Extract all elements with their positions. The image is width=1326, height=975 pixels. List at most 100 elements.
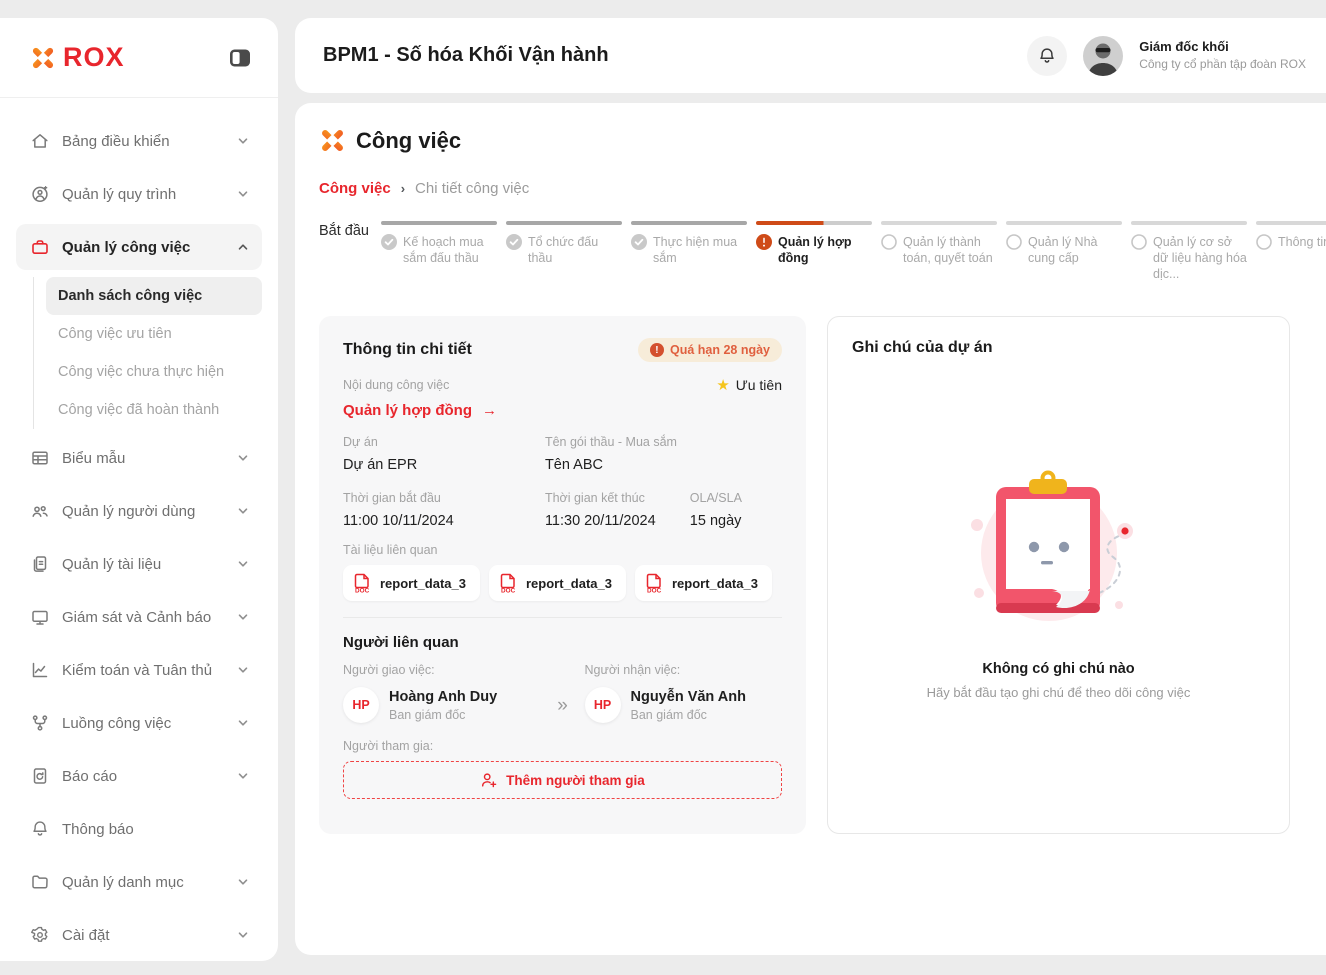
step-supplier-management[interactable]: Quản lý Nhà cung cấp [1006, 221, 1131, 266]
person-plus-icon [480, 771, 498, 789]
step-label: Thực hiện mua sắm [653, 234, 747, 267]
breadcrumb-current: Chi tiết công việc [415, 180, 529, 197]
sidebar-header: ROX [0, 18, 278, 98]
step-empty-icon [881, 234, 897, 250]
step-procurement-plan[interactable]: Kế hoạch mua sắm đấu thầu [381, 221, 506, 266]
assigner-name: Hoàng Anh Duy [389, 689, 497, 705]
bell-icon [30, 819, 50, 839]
sidebar-item-notifications[interactable]: Thông báo [16, 806, 262, 852]
sidebar-item-document-management[interactable]: Quản lý tài liệu [16, 541, 262, 587]
notification-bell-button[interactable] [1027, 36, 1067, 76]
sidebar-subitem-pending-tasks[interactable]: Công việc chưa thực hiện [46, 353, 262, 391]
step-progress-bar [881, 221, 997, 225]
package-label: Tên gói thầu - Mua sắm [545, 435, 782, 449]
notes-card-title: Ghi chú của dự án [852, 339, 1265, 357]
sidebar: ROX Bảng điều khiển Quản lý quy trình Qu… [0, 18, 278, 961]
chevron-down-icon [236, 610, 250, 624]
chevron-down-icon [236, 504, 250, 518]
document-chips: DOC report_data_3 DOC report_data_3 DOC … [343, 565, 782, 601]
sidebar-menu: Bảng điều khiển Quản lý quy trình Quản l… [0, 98, 278, 958]
step-progress-bar [756, 221, 872, 225]
document-chip[interactable]: DOC report_data_3 [343, 565, 480, 601]
sidebar-item-category-management[interactable]: Quản lý danh mục [16, 859, 262, 905]
step-bidding-organization[interactable]: Tổ chức đấu thầu [506, 221, 631, 266]
end-time-field: Thời gian kết thúc 11:30 20/11/2024 [545, 491, 690, 529]
sidebar-item-audit-compliance[interactable]: Kiểm toán và Tuân thủ [16, 647, 262, 693]
topbar-right: Giám đốc khối Công ty cổ phần tập đoàn R… [1027, 36, 1306, 76]
chevron-down-icon [236, 663, 250, 677]
chevron-down-icon [236, 716, 250, 730]
end-time-value: 11:30 20/11/2024 [545, 513, 690, 529]
step-label: Quản lý cơ sở dữ liệu hàng hóa dịc... [1153, 234, 1247, 283]
step-contract-management[interactable]: Quản lý hợp đồng [756, 221, 881, 266]
sidebar-item-monitoring-alerts[interactable]: Giám sát và Cảnh báo [16, 594, 262, 640]
step-goods-database[interactable]: Quản lý cơ sở dữ liệu hàng hóa dịc... [1131, 221, 1256, 282]
documents-label: Tài liệu liên quan [343, 543, 782, 557]
sidebar-collapse-icon[interactable] [228, 46, 252, 70]
process-stepper: Bắt đầu Kế hoạch mua sắm đấu thầu Tổ chứ… [319, 221, 1326, 282]
sidebar-item-settings[interactable]: Cài đặt [16, 912, 262, 958]
document-name: report_data_3 [526, 576, 612, 591]
sidebar-subitem-task-list[interactable]: Danh sách công việc [46, 277, 262, 315]
task-content-link[interactable]: Quản lý hợp đồng → [343, 402, 782, 419]
sidebar-subitem-priority-tasks[interactable]: Công việc ưu tiên [46, 315, 262, 353]
breadcrumb-separator: › [401, 181, 405, 196]
page-title: Công việc [356, 128, 461, 154]
chevron-up-icon [236, 240, 250, 254]
document-chip[interactable]: DOC report_data_3 [489, 565, 626, 601]
assignee-name: Nguyễn Văn Anh [631, 689, 746, 705]
main-panel: Công việc Công việc › Chi tiết công việc… [295, 103, 1326, 955]
user-company: Công ty cổ phần tập đoàn ROX [1139, 57, 1306, 72]
assigner-avatar: HP [343, 687, 379, 723]
chevron-down-icon [236, 134, 250, 148]
sidebar-item-label: Báo cáo [62, 768, 117, 785]
project-notes-card: Ghi chú của dự án [827, 316, 1290, 834]
sidebar-subitem-completed-tasks[interactable]: Công việc đã hoàn thành [46, 391, 262, 429]
step-check-icon [631, 234, 647, 250]
sidebar-item-label: Giám sát và Cảnh báo [62, 609, 211, 626]
step-payment-settlement[interactable]: Quản lý thành toán, quyết toán [881, 221, 1006, 266]
empty-notes-title: Không có ghi chú nào [982, 661, 1134, 677]
step-general-info[interactable]: Thông tin ch [1256, 221, 1326, 250]
sidebar-item-label: Quản lý quy trình [62, 186, 176, 203]
add-participant-button[interactable]: Thêm người tham gia [343, 761, 782, 799]
report-icon [30, 766, 50, 786]
gear-icon [30, 925, 50, 945]
step-empty-icon [1131, 234, 1147, 250]
sidebar-item-label: Biểu mẫu [62, 450, 125, 467]
assigner-person[interactable]: HP Hoàng Anh Duy Ban giám đốc [343, 687, 541, 723]
breadcrumb-root-link[interactable]: Công việc [319, 180, 391, 197]
document-chip[interactable]: DOC report_data_3 [635, 565, 772, 601]
sidebar-item-label: Quản lý công việc [62, 239, 190, 256]
svg-text:DOC: DOC [647, 588, 662, 593]
assignee-person[interactable]: HP Nguyễn Văn Anh Ban giám đốc [585, 687, 783, 723]
project-field: Dự án Dự án EPR [343, 435, 545, 473]
sidebar-item-task-management[interactable]: Quản lý công việc [16, 224, 262, 270]
user-avatar[interactable] [1083, 36, 1123, 76]
overdue-badge: ! Quá hạn 28 ngày [638, 338, 782, 362]
user-meta[interactable]: Giám đốc khối Công ty cổ phần tập đoàn R… [1139, 39, 1306, 72]
sidebar-item-workflow[interactable]: Luồng công việc [16, 700, 262, 746]
users-icon [30, 501, 50, 521]
assignee-role: Ban giám đốc [631, 708, 746, 722]
assigner-label: Người giao việc: [343, 663, 541, 677]
home-icon [30, 131, 50, 151]
rox-logo[interactable]: ROX [30, 42, 125, 73]
sidebar-item-dashboard[interactable]: Bảng điều khiển [16, 118, 262, 164]
bell-icon [1037, 46, 1057, 66]
step-progress-bar [381, 221, 497, 225]
sidebar-item-user-management[interactable]: Quản lý người dùng [16, 488, 262, 534]
sidebar-item-process-management[interactable]: Quản lý quy trình [16, 171, 262, 217]
chevron-down-icon [236, 875, 250, 889]
sidebar-item-forms[interactable]: Biểu mẫu [16, 435, 262, 481]
step-label: Quản lý thành toán, quyết toán [903, 234, 997, 267]
subitem-label: Công việc ưu tiên [58, 326, 172, 342]
step-label: Kế hoạch mua sắm đấu thầu [403, 234, 497, 267]
assigner-block: Người giao việc: HP Hoàng Anh Duy Ban gi… [343, 663, 541, 723]
page-title-row: Công việc [319, 127, 1326, 154]
sidebar-item-reports[interactable]: Báo cáo [16, 753, 262, 799]
svg-text:DOC: DOC [501, 588, 516, 593]
step-purchasing[interactable]: Thực hiện mua sắm [631, 221, 756, 266]
rox-x-icon [30, 45, 56, 71]
add-participant-label: Thêm người tham gia [506, 773, 645, 788]
